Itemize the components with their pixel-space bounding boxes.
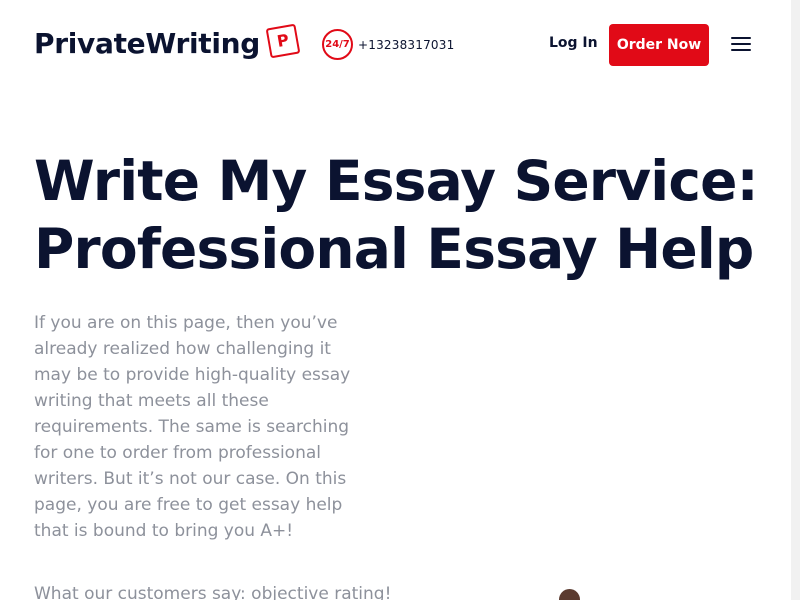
- site-header: PrivateWriting P 24/7 +13238317031 Log I…: [0, 0, 800, 92]
- hamburger-menu-icon[interactable]: [731, 36, 751, 52]
- menu-line-icon: [731, 43, 751, 45]
- support-phone-number: +13238317031: [358, 37, 455, 52]
- brand-logo-link[interactable]: PrivateWriting P: [34, 23, 301, 62]
- customer-rating-teaser: What our customers say: objective rating…: [34, 584, 392, 600]
- login-link[interactable]: Log In: [549, 35, 598, 51]
- page-title: Write My Essay Service: Professional Ess…: [34, 149, 759, 281]
- hero-description: If you are on this page, then you’ve alr…: [34, 313, 351, 541]
- menu-line-icon: [731, 49, 751, 51]
- menu-line-icon: [731, 37, 751, 39]
- support-phone-link[interactable]: 24/7 +13238317031: [322, 29, 454, 60]
- brand-name: PrivateWriting: [34, 27, 261, 60]
- brand-p-badge-icon: P: [265, 23, 301, 59]
- decorative-avatar-dot: [559, 589, 580, 600]
- right-edge-bar: [791, 0, 800, 600]
- essay-service-page: PrivateWriting P 24/7 +13238317031 Log I…: [0, 0, 800, 600]
- support-24-7-badge: 24/7: [322, 29, 353, 60]
- order-now-button[interactable]: Order Now: [609, 24, 709, 66]
